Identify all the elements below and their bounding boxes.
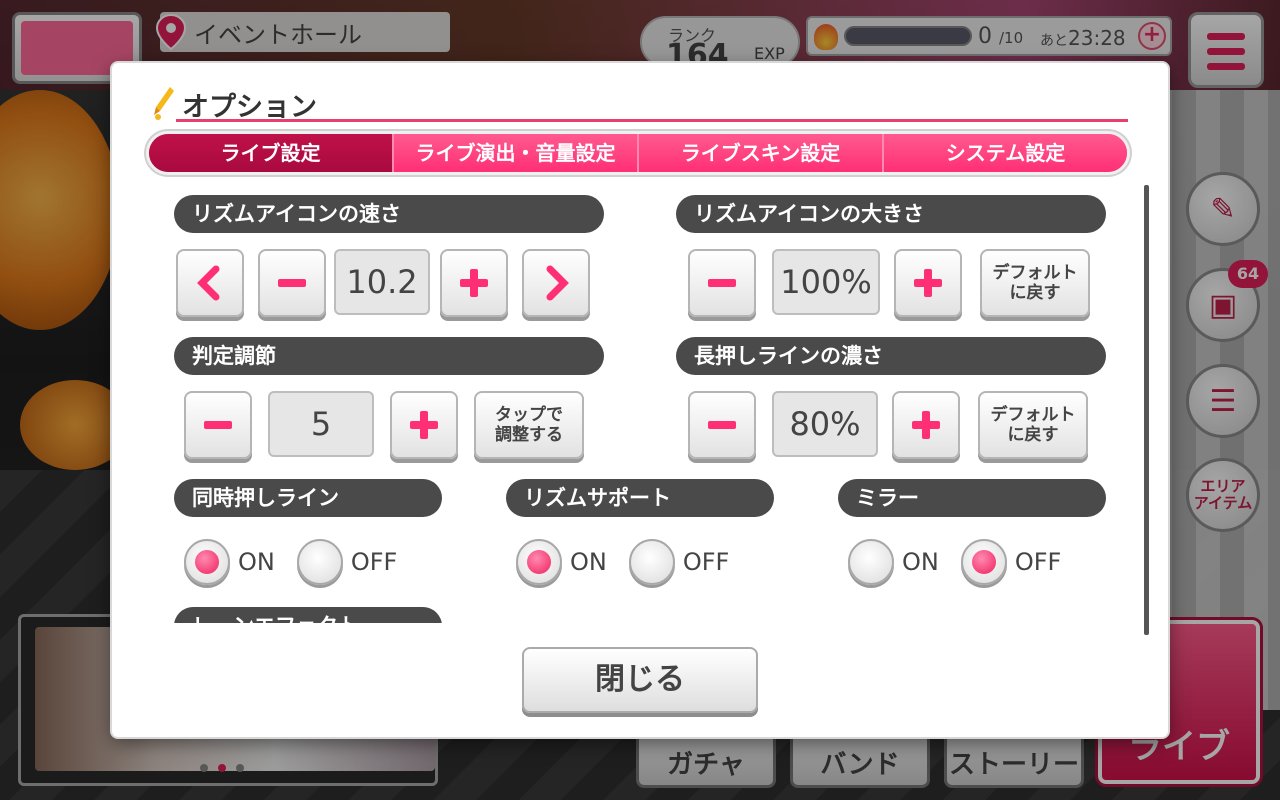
plus-icon: [912, 411, 940, 439]
long-line-density-label: 長押しラインの濃さ: [676, 337, 1106, 375]
settings-scroll-area[interactable]: リズムアイコンの速さ 10.2 リズムアイコンの大きさ 100% デフォルト に…: [112, 183, 1152, 623]
tab-live-settings[interactable]: ライブ設定: [149, 134, 394, 172]
simultaneous-line-label: 同時押しライン: [174, 479, 442, 517]
size-reset-default-button[interactable]: デフォルト に戻す: [980, 249, 1090, 317]
title-underline: [176, 119, 1128, 122]
minus-icon: [278, 279, 306, 287]
simultaneous-line-options: ON OFF: [184, 539, 419, 585]
mirror-label: ミラー: [838, 479, 1106, 517]
next-section-label: レーンエフェクト: [174, 607, 442, 623]
speed-decrease-large-button[interactable]: [176, 249, 244, 317]
plus-icon: [410, 411, 438, 439]
mirror-off-radio[interactable]: [960, 539, 1007, 585]
plus-icon: [914, 269, 942, 297]
rhythm-icon-size-label: リズムアイコンの大きさ: [676, 195, 1106, 233]
density-value: 80%: [772, 391, 878, 457]
size-value: 100%: [772, 249, 880, 315]
density-increase-button[interactable]: [892, 391, 960, 459]
tap-adjust-button[interactable]: タップで 調整する: [474, 391, 584, 459]
size-increase-button[interactable]: [894, 249, 962, 317]
minus-icon: [204, 421, 232, 429]
rhythm-support-off-radio[interactable]: [628, 539, 675, 585]
density-decrease-button[interactable]: [688, 391, 756, 459]
chevron-left-icon: [197, 265, 220, 301]
tab-live-effects-volume[interactable]: ライブ演出・音量設定: [394, 134, 639, 172]
off-label: OFF: [682, 548, 730, 576]
mirror-options: ON OFF: [848, 539, 1083, 585]
rhythm-support-label: リズムサポート: [506, 479, 774, 517]
judgement-value: 5: [268, 391, 374, 457]
speed-increase-button[interactable]: [440, 249, 508, 317]
tab-live-skin[interactable]: ライブスキン設定: [639, 134, 884, 172]
size-decrease-button[interactable]: [688, 249, 756, 317]
rhythm-icon-speed-label: リズムアイコンの速さ: [174, 195, 604, 233]
minus-icon: [708, 279, 736, 287]
simultaneous-line-off-radio[interactable]: [296, 539, 343, 585]
on-label: ON: [238, 548, 275, 576]
scrollbar[interactable]: [1144, 185, 1149, 635]
on-label: ON: [570, 548, 607, 576]
off-label: OFF: [1014, 548, 1062, 576]
chevron-right-icon: [546, 265, 569, 301]
speed-increase-large-button[interactable]: [522, 249, 590, 317]
off-label: OFF: [350, 548, 398, 576]
speed-value: 10.2: [334, 249, 430, 315]
pen-icon: [154, 87, 174, 120]
options-tabs: ライブ設定 ライブ演出・音量設定 ライブスキン設定 システム設定: [146, 131, 1130, 175]
options-dialog: オプション ライブ設定 ライブ演出・音量設定 ライブスキン設定 システム設定 リ…: [112, 63, 1168, 737]
judgement-increase-button[interactable]: [390, 391, 458, 459]
judgement-adjust-label: 判定調節: [174, 337, 604, 375]
plus-icon: [460, 269, 488, 297]
speed-decrease-button[interactable]: [258, 249, 326, 317]
simultaneous-line-on-radio[interactable]: [184, 539, 230, 585]
rhythm-support-options: ON OFF: [516, 539, 751, 585]
minus-icon: [708, 421, 736, 429]
rhythm-support-on-radio[interactable]: [516, 539, 562, 585]
mirror-on-radio[interactable]: [848, 539, 894, 585]
close-button[interactable]: 閉じる: [522, 647, 758, 713]
judgement-decrease-button[interactable]: [184, 391, 252, 459]
on-label: ON: [902, 548, 939, 576]
tab-system-settings[interactable]: システム設定: [884, 134, 1127, 172]
density-reset-default-button[interactable]: デフォルト に戻す: [978, 391, 1088, 459]
